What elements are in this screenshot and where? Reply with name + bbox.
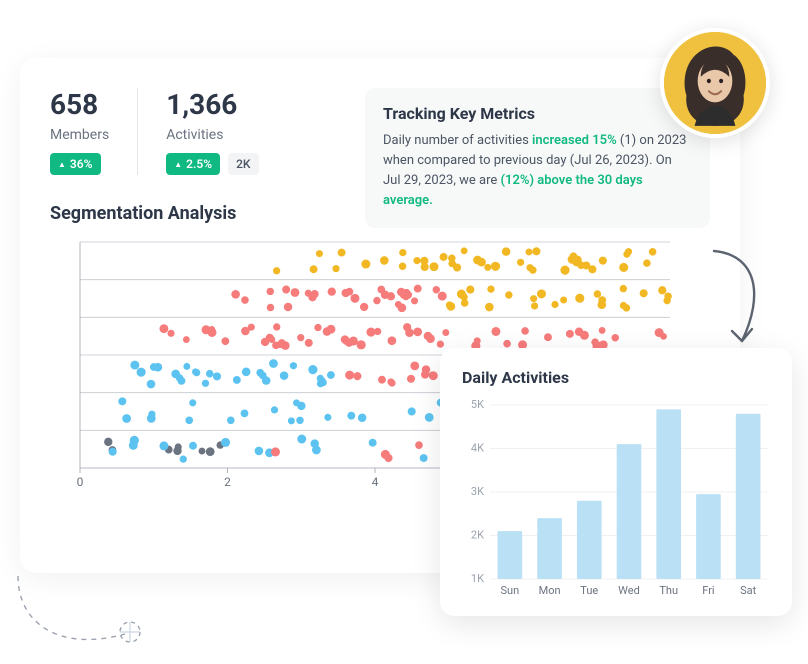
svg-text:4: 4	[372, 475, 379, 489]
svg-text:Sun: Sun	[501, 584, 520, 597]
stat-label: Activities	[166, 127, 258, 143]
insight-highlight: increased 15%	[532, 133, 617, 148]
stat-label: Members	[50, 127, 109, 143]
insight-text: Daily number of activities increased 15%…	[383, 131, 692, 212]
decoration	[10, 574, 170, 664]
delta-badge: 36%	[50, 153, 101, 175]
svg-text:3K: 3K	[471, 485, 484, 498]
avatar	[660, 28, 770, 138]
svg-text:Tue: Tue	[580, 584, 598, 597]
delta-badge: 2.5%	[166, 153, 220, 175]
stat-value: 1,366	[166, 88, 258, 121]
svg-text:4K: 4K	[471, 442, 484, 455]
svg-text:Thu: Thu	[659, 584, 678, 597]
svg-text:2K: 2K	[471, 529, 484, 542]
delta-row: 2.5% 2K	[166, 153, 258, 175]
stat-members: 658 Members 36%	[50, 88, 137, 175]
extra-badge: 2K	[228, 153, 258, 175]
svg-text:Sat: Sat	[740, 584, 757, 597]
insight-title: Tracking Key Metrics	[383, 104, 692, 123]
svg-text:Wed: Wed	[618, 584, 640, 597]
daily-title: Daily Activities	[462, 368, 770, 387]
svg-text:5K: 5K	[471, 398, 484, 411]
stat-activities: 1,366 Activities 2.5% 2K	[137, 88, 286, 175]
svg-text:Mon: Mon	[539, 584, 561, 597]
daily-bar-chart: 1K 2K 3K 4K 5K Sun Mon Tue Wed Thu Fri Sat	[462, 401, 770, 601]
insight-box: Tracking Key Metrics Daily number of act…	[365, 88, 710, 228]
svg-text:1K: 1K	[471, 572, 484, 585]
stat-value: 658	[50, 88, 109, 121]
svg-text:Fri: Fri	[702, 584, 714, 597]
arrow-icon	[702, 245, 772, 355]
insight-text-part: Daily number of activities	[383, 133, 532, 148]
delta-row: 36%	[50, 153, 109, 175]
svg-text:0: 0	[77, 475, 84, 489]
svg-text:2: 2	[224, 475, 231, 489]
daily-activities-card: Daily Activities 1K 2K 3K 4K 5K Sun Mon Tue Wed T…	[440, 348, 792, 616]
